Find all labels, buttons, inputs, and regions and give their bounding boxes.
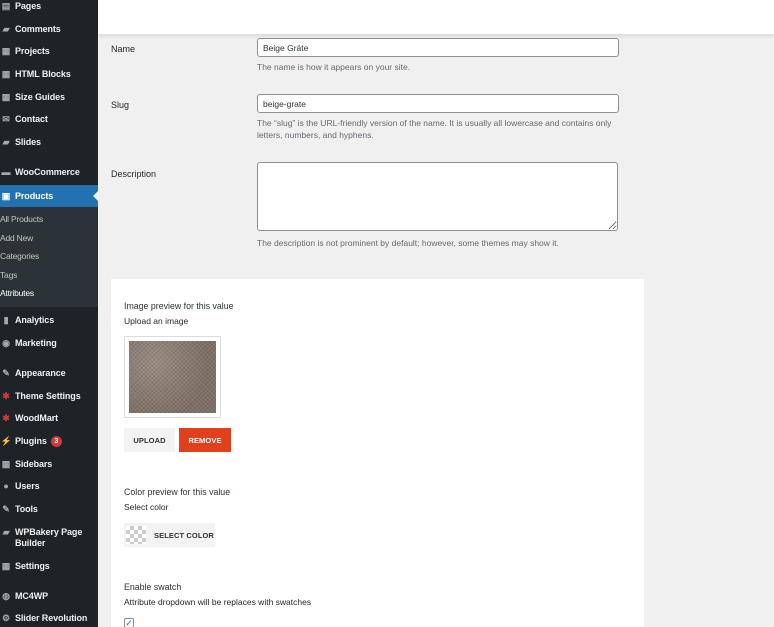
plugins-icon: ⚡	[0, 435, 12, 446]
settings-icon: ▦	[1, 560, 11, 571]
sidebar-item-sidebars[interactable]: ▦ Sidebars	[0, 453, 98, 475]
html-blocks-icon: ▦	[1, 68, 11, 79]
products-icon: ▣	[1, 190, 11, 201]
sidebar-item-label: Settings	[15, 561, 50, 571]
sidebar-item-theme-settings[interactable]: ✱ Theme Settings	[0, 385, 98, 407]
mc4wp-icon: ◍	[2, 590, 10, 601]
swatch-image-preview	[129, 341, 216, 413]
image-preview-frame	[124, 336, 221, 418]
theme-settings-icon: ✱	[2, 390, 10, 401]
slider-revolution-icon: ⚙	[2, 612, 10, 623]
image-preview-subtitle: Upload an image	[124, 316, 189, 326]
sidebar-item-comments[interactable]: ▰ Comments	[0, 18, 98, 40]
admin-sidebar: ▤ Pages ▰ Comments ▦ Projects ▦ HTML Blo…	[0, 0, 98, 627]
sidebar-item-html-blocks[interactable]: ▦ HTML Blocks	[0, 63, 98, 85]
enable-swatch-subtitle: Attribute dropdown will be replaces with…	[124, 597, 312, 607]
attribute-options-panel	[111, 279, 644, 627]
submenu-tags[interactable]: Tags	[0, 270, 17, 280]
sidebar-item-slides[interactable]: ▰ Slides	[0, 131, 98, 153]
sidebars-icon: ▦	[1, 458, 11, 469]
description-help: The description is not prominent by defa…	[257, 238, 559, 248]
image-preview-heading: Image preview for this value	[124, 301, 234, 311]
woocommerce-icon: ▬	[1, 167, 11, 177]
sidebar-item-label: Plugins	[15, 436, 47, 446]
sidebar-item-label: MC4WP	[15, 591, 48, 601]
sidebar-item-label: Projects	[15, 46, 50, 56]
sidebar-item-label: WooCommerce	[15, 167, 80, 177]
sidebar-item-label: Contact	[15, 114, 48, 124]
appearance-icon: ✎	[2, 367, 10, 378]
submenu-add-new[interactable]: Add New	[0, 233, 33, 243]
plugins-update-badge: 3	[50, 435, 62, 447]
sidebar-item-label: Slider Revolution	[15, 613, 88, 623]
woodmart-icon: ✱	[2, 412, 10, 423]
sidebar-item-label: Comments	[15, 24, 61, 34]
slides-icon: ▰	[2, 136, 10, 147]
sidebar-item-analytics[interactable]: ▮ Analytics	[0, 309, 98, 331]
remove-button[interactable]: Remove	[179, 428, 231, 452]
submenu-all-products[interactable]: All Products	[0, 214, 43, 224]
sidebar-item-label: Products	[15, 191, 54, 201]
sidebar-item-contact[interactable]: ✉ Contact	[0, 108, 98, 130]
sidebar-item-label: Slides	[15, 137, 41, 147]
sidebar-item-label: HTML Blocks	[15, 69, 71, 79]
color-preview-subtitle: Select color	[124, 502, 169, 512]
name-input[interactable]	[257, 38, 619, 57]
wpbakery-icon: ▰	[2, 526, 10, 537]
sidebar-item-products[interactable]: ▣ Products	[0, 185, 98, 207]
name-description: The name is how it appears on your site.	[257, 62, 411, 72]
sidebar-item-label: WoodMart	[15, 413, 59, 423]
users-icon: ●	[3, 481, 9, 491]
submenu-categories[interactable]: Categories	[0, 251, 39, 261]
sidebar-item-mc4wp[interactable]: ◍ MC4WP	[0, 585, 98, 607]
sidebar-item-pages[interactable]: ▤ Pages	[0, 0, 98, 17]
size-guides-icon: ▦	[1, 91, 11, 102]
sidebar-item-label: WPBakery Page Builder	[15, 527, 83, 548]
sidebar-item-label: Theme Settings	[15, 391, 81, 401]
sidebar-item-settings[interactable]: ▦ Settings	[0, 555, 98, 577]
enable-swatch-heading: Enable swatch	[124, 582, 182, 592]
sidebar-item-slider-revolution[interactable]: ⚙ Slider Revolution	[0, 607, 98, 627]
color-preview-heading: Color preview for this value	[124, 487, 231, 497]
sidebar-item-size-guides[interactable]: ▦ Size Guides	[0, 86, 98, 108]
projects-icon: ▦	[1, 45, 11, 56]
sidebar-item-label: Appearance	[15, 368, 66, 378]
top-header-bar	[98, 0, 774, 34]
tools-icon: ✎	[2, 503, 10, 514]
pages-icon: ▤	[1, 0, 11, 11]
sidebar-item-woodmart[interactable]: ✱ WoodMart	[0, 407, 98, 429]
enable-swatch-checkbox[interactable]: ✓	[124, 618, 134, 627]
sidebar-item-marketing[interactable]: ◉ Marketing	[0, 332, 98, 354]
sidebar-item-appearance[interactable]: ✎ Appearance	[0, 362, 98, 384]
contact-icon: ✉	[2, 113, 10, 124]
slug-input[interactable]	[257, 94, 619, 113]
submenu-attributes[interactable]: Attributes	[0, 288, 34, 298]
sidebar-item-label: Sidebars	[15, 459, 53, 469]
sidebar-item-label: Users	[15, 481, 40, 491]
sidebar-item-label: Pages	[15, 1, 42, 11]
name-label: Name	[111, 44, 136, 54]
sidebar-item-projects[interactable]: ▦ Projects	[0, 40, 98, 62]
analytics-icon: ▮	[3, 314, 9, 325]
sidebar-item-wpbakery[interactable]: ▰ WPBakery Page Builder	[0, 524, 98, 554]
sidebar-item-label: Size Guides	[15, 92, 65, 102]
sidebar-item-label: Analytics	[15, 315, 55, 325]
slug-description: The “slug” is the URL-friendly version o…	[257, 118, 612, 140]
slug-label: Slug	[111, 100, 130, 110]
comments-icon: ▰	[2, 23, 10, 34]
sidebar-item-label: Tools	[15, 504, 38, 514]
transparent-color-swatch-icon	[126, 526, 146, 544]
description-label: Description	[111, 169, 157, 179]
sidebar-item-woocommerce[interactable]: ▬ WooCommerce	[0, 161, 98, 183]
sidebar-item-label: Marketing	[15, 338, 57, 348]
description-textarea[interactable]	[257, 162, 618, 231]
marketing-icon: ◉	[2, 337, 10, 348]
upload-button[interactable]: Upload	[124, 428, 175, 452]
sidebar-item-users[interactable]: ● Users	[0, 475, 98, 497]
sidebar-item-tools[interactable]: ✎ Tools	[0, 498, 98, 520]
sidebar-item-plugins[interactable]: ⚡ Plugins 3	[0, 430, 98, 452]
